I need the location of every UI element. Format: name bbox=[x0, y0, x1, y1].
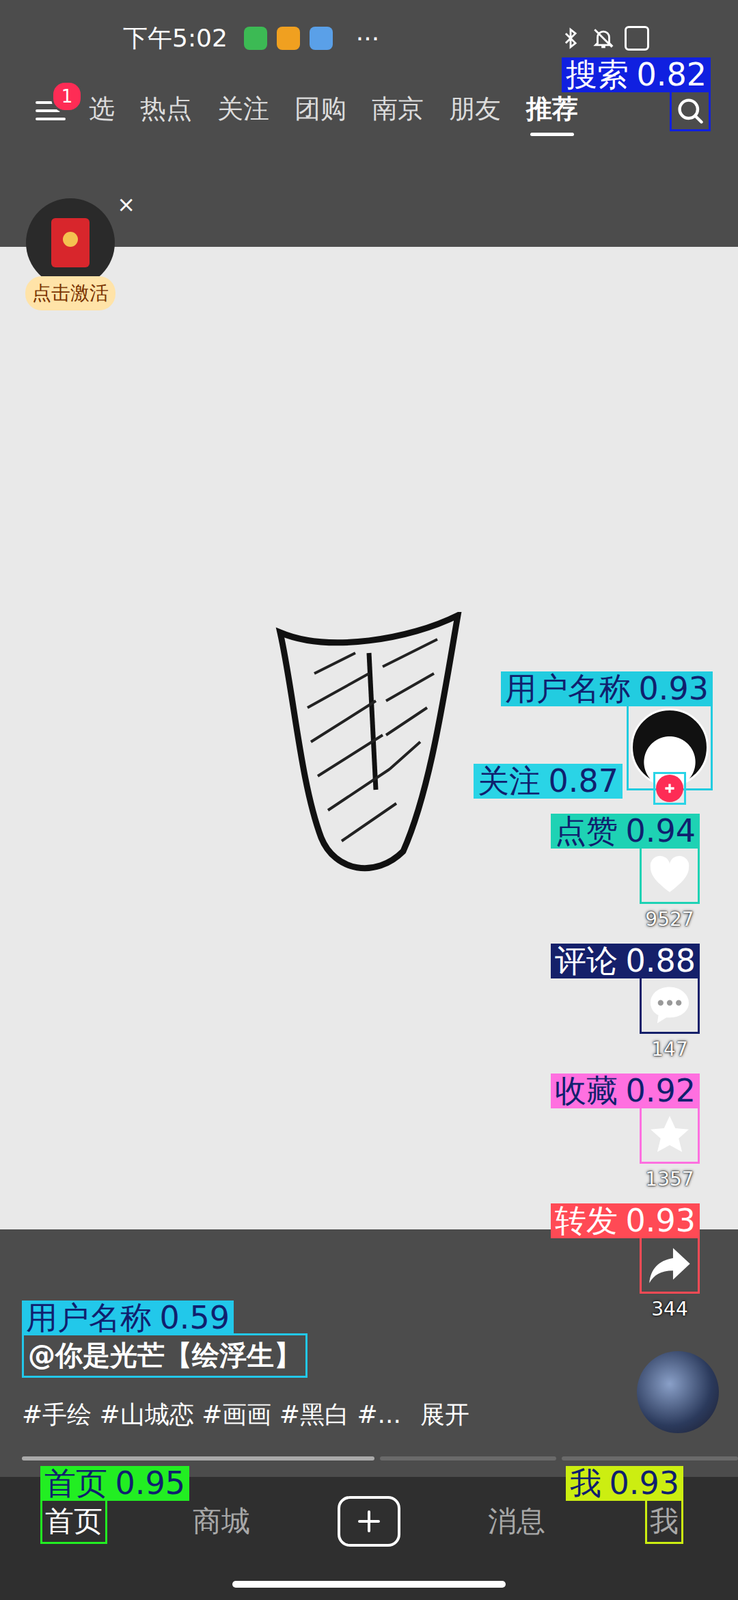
app-notification-icon bbox=[276, 26, 300, 50]
bottom-nav-item[interactable]: 消息 bbox=[442, 1501, 591, 1540]
home-indicator bbox=[232, 1579, 506, 1587]
progress-segment bbox=[379, 1455, 557, 1460]
search-icon bbox=[675, 95, 706, 126]
red-packet-label: 点击激活 bbox=[25, 276, 116, 311]
action-count: 344 bbox=[651, 1296, 688, 1320]
action-count: 1357 bbox=[645, 1167, 694, 1190]
detection-label: 我0.93 bbox=[565, 1465, 684, 1500]
feed-tabs: 选热点关注团购南京朋友推荐 bbox=[88, 86, 670, 136]
battery-icon bbox=[624, 25, 650, 51]
plus-icon bbox=[355, 1506, 383, 1535]
detection-label: 点赞0.94 bbox=[550, 813, 700, 849]
app-notification-icon bbox=[243, 26, 268, 50]
tongue-drawing bbox=[273, 611, 465, 879]
bluetooth-icon bbox=[558, 26, 583, 50]
post-info: @你是光芒【绘浮生】用户名称0.59 #手绘 #山城恋 #画画 #黑白 #... 展… bbox=[0, 1228, 738, 1476]
post-tags[interactable]: #手绘 #山城恋 #画画 #黑白 #... bbox=[21, 1397, 402, 1431]
bottom-nav: 首页首页0.95商城 消息我我0.93 bbox=[0, 1476, 738, 1599]
share-arrow-icon bbox=[647, 1241, 693, 1287]
status-more: ··· bbox=[356, 24, 380, 53]
top-nav-area: 1选热点关注团购南京朋友推荐搜索0.82 bbox=[0, 76, 738, 247]
post-username[interactable]: @你是光芒【绘浮生】用户名称0.59 bbox=[21, 1332, 308, 1377]
action-item: 转发0.93 344 bbox=[639, 1235, 700, 1366]
share-button[interactable]: 转发0.93 bbox=[639, 1235, 700, 1293]
action-count: 147 bbox=[651, 1037, 688, 1060]
bottom-nav-item[interactable]: 我我0.93 bbox=[590, 1497, 738, 1543]
action-count: 9527 bbox=[645, 907, 694, 931]
red-packet-close[interactable]: × bbox=[116, 191, 136, 218]
comment-button[interactable]: 评论0.88 bbox=[639, 975, 700, 1034]
feed-tab[interactable]: 关注 bbox=[217, 86, 270, 136]
bottom-nav-item[interactable] bbox=[295, 1495, 443, 1546]
feed-tab[interactable]: 团购 bbox=[294, 86, 347, 136]
author-avatar[interactable]: 用户名称0.93关注0.87 bbox=[626, 703, 713, 790]
app-notification-icon bbox=[309, 26, 333, 50]
expand-button[interactable]: 展开 bbox=[420, 1397, 470, 1431]
red-packet-widget[interactable]: 点击激活× bbox=[19, 198, 122, 311]
feed-tab[interactable]: 朋友 bbox=[448, 86, 501, 136]
feed-tab[interactable]: 热点 bbox=[140, 86, 193, 136]
detection-label: 收藏0.92 bbox=[550, 1072, 700, 1108]
music-disc-icon[interactable] bbox=[636, 1350, 719, 1433]
progress-segment bbox=[561, 1455, 738, 1460]
plus-icon bbox=[662, 780, 678, 796]
menu-button[interactable]: 1 bbox=[35, 98, 67, 123]
video-progress[interactable] bbox=[21, 1455, 738, 1460]
post-caption: #手绘 #山城恋 #画画 #黑白 #... 展开 bbox=[21, 1397, 470, 1431]
bottom-nav-item[interactable]: 首页首页0.95 bbox=[0, 1497, 148, 1543]
screen: 下午5:02···1选热点关注团购南京朋友推荐搜索0.82@你是光芒【绘浮生】用… bbox=[0, 0, 738, 1599]
star-icon bbox=[647, 1111, 693, 1157]
search-button[interactable]: 搜索0.82 bbox=[669, 90, 711, 132]
detection-label: 用户名称0.59 bbox=[21, 1299, 234, 1335]
progress-segment bbox=[21, 1455, 375, 1460]
detection-label: 关注0.87 bbox=[473, 763, 623, 799]
feed-tab[interactable]: 选 bbox=[88, 86, 115, 136]
comment-icon bbox=[647, 981, 693, 1028]
menu-badge: 1 bbox=[51, 80, 83, 113]
tab-underline bbox=[530, 132, 574, 136]
collect-button[interactable]: 收藏0.92 bbox=[639, 1105, 700, 1164]
heart-icon bbox=[647, 852, 693, 898]
red-packet-icon bbox=[25, 198, 115, 287]
feed-tab[interactable]: 推荐 bbox=[526, 86, 579, 136]
top-nav: 1选热点关注团购南京朋友推荐搜索0.82 bbox=[0, 76, 738, 145]
detection-label: 评论0.88 bbox=[550, 943, 700, 978]
action-column: 用户名称0.93关注0.87 点赞0.94 9527 评论0.88 147 收藏0.92 1… bbox=[601, 703, 738, 1366]
feed-tab[interactable]: 南京 bbox=[371, 86, 424, 136]
mute-bell-icon bbox=[591, 26, 615, 50]
detection-label: 搜索0.82 bbox=[561, 57, 711, 93]
status-time: 下午5:02 bbox=[123, 21, 228, 56]
bottom-nav-item[interactable]: 商城 bbox=[147, 1501, 296, 1540]
like-button[interactable]: 点赞0.94 bbox=[639, 845, 700, 904]
follow-button[interactable]: 关注0.87 bbox=[653, 771, 687, 805]
detection-label: 用户名称0.93 bbox=[500, 671, 713, 706]
create-button[interactable] bbox=[337, 1495, 401, 1546]
detection-label: 转发0.93 bbox=[550, 1202, 700, 1238]
detection-label: 首页0.95 bbox=[40, 1465, 190, 1500]
